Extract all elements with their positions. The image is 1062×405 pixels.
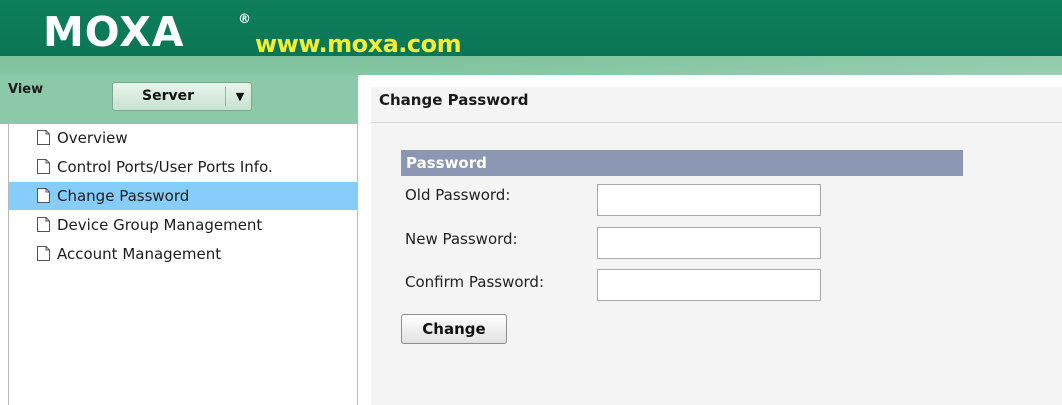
view-select-value: Server (141, 88, 194, 104)
confirm-password-input[interactable] (597, 269, 821, 301)
new-password-label: New Password: (405, 230, 518, 248)
new-password-input[interactable] (597, 227, 821, 259)
confirm-password-label: Confirm Password: (405, 273, 545, 291)
moxa-logo: MOXA (43, 8, 185, 56)
document-icon (37, 159, 50, 174)
document-icon (37, 217, 50, 232)
view-bar: View Server ▼ (0, 75, 358, 124)
document-icon (37, 246, 50, 261)
sidebar: View Server ▼ Overview Control Ports/Use… (0, 75, 358, 405)
nav-item-account-management[interactable]: Account Management (9, 240, 358, 268)
nav-item-label: Overview (57, 129, 128, 147)
registered-mark: ® (238, 12, 251, 27)
banner-highlight (420, 56, 1062, 75)
triangle-down-icon[interactable]: ▼ (230, 83, 250, 110)
old-password-input[interactable] (597, 184, 821, 216)
nav-item-label: Control Ports/User Ports Info. (57, 158, 273, 176)
website-link[interactable]: www.moxa.com (255, 30, 462, 58)
dropdown-divider (225, 87, 226, 106)
nav-item-label: Account Management (57, 245, 222, 263)
old-password-label: Old Password: (405, 186, 511, 204)
document-icon (37, 130, 50, 145)
nav-item-label: Change Password (57, 187, 190, 205)
page-title: Change Password (379, 91, 529, 109)
change-button[interactable]: Change (401, 314, 507, 344)
content-frame: Change Password Password Old Password: N… (358, 75, 1062, 405)
document-icon (37, 188, 50, 203)
nav-item-device-group[interactable]: Device Group Management (9, 211, 358, 239)
header-banner: MOXA ® www.moxa.com (0, 0, 1062, 75)
nav-tree: Overview Control Ports/User Ports Info. … (8, 124, 358, 405)
nav-item-change-password[interactable]: Change Password (9, 182, 358, 210)
nav-item-label: Device Group Management (57, 216, 263, 234)
view-select-dropdown[interactable]: Server ▼ (112, 82, 252, 111)
nav-item-control-ports[interactable]: Control Ports/User Ports Info. (9, 153, 358, 181)
title-divider (371, 122, 1062, 123)
password-section-header: Password (401, 150, 963, 176)
nav-item-overview[interactable]: Overview (9, 124, 358, 152)
view-label: View (8, 82, 44, 97)
